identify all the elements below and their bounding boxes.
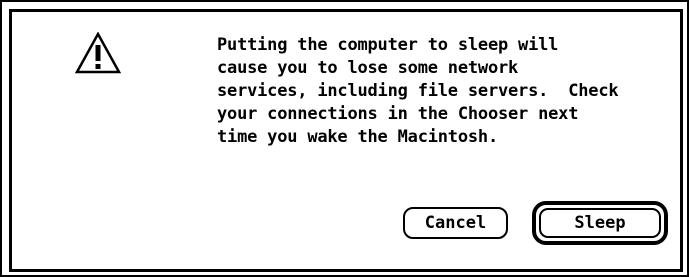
sleep-button[interactable]: Sleep bbox=[539, 208, 661, 238]
alert-message-line: your connections in the Chooser next bbox=[217, 104, 579, 124]
alert-message-line: Putting the computer to sleep will bbox=[217, 35, 559, 55]
caution-icon bbox=[75, 32, 121, 74]
alert-message-line: time you wake the Macintosh. bbox=[217, 127, 498, 147]
alert-message-line: cause you to lose some network bbox=[217, 58, 519, 78]
alert-message-line: services, including file servers. Check bbox=[217, 81, 619, 101]
alert-dialog: Putting the computer to sleep will cause… bbox=[0, 0, 689, 277]
alert-message: Putting the computer to sleep will cause… bbox=[217, 34, 657, 149]
cancel-button[interactable]: Cancel bbox=[403, 207, 508, 239]
